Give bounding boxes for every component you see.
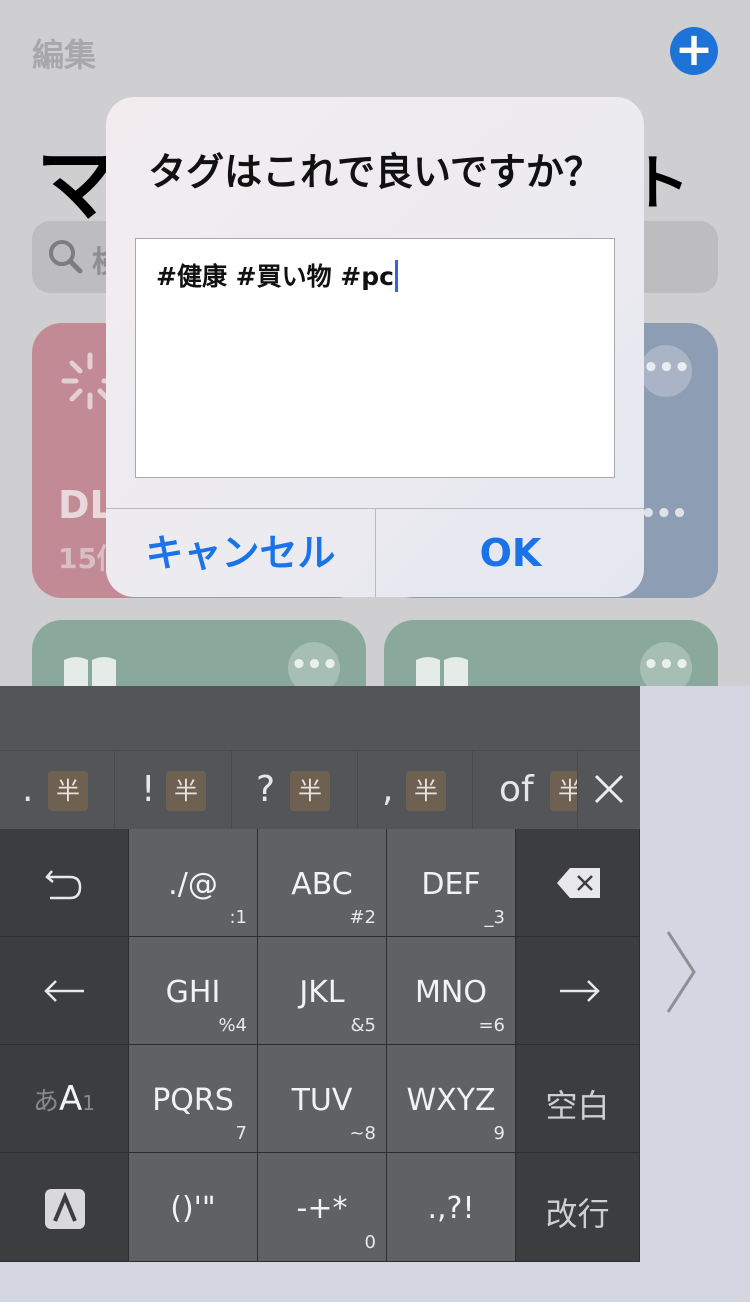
- key-jkl[interactable]: JKL &5: [258, 937, 387, 1045]
- key-def[interactable]: DEF _3: [387, 829, 516, 937]
- input-mode-key[interactable]: あA1: [0, 1045, 129, 1153]
- text-caret: [394, 260, 398, 292]
- candidate-item[interactable]: , 半: [358, 751, 473, 830]
- cursor-left-key[interactable]: [0, 937, 129, 1045]
- space-key[interactable]: 空白: [516, 1045, 640, 1153]
- key-ops[interactable]: -+* 0: [258, 1153, 387, 1262]
- keyboard-app-key[interactable]: [0, 1153, 129, 1262]
- candidate-item[interactable]: of 半: [473, 751, 578, 830]
- candidate-item[interactable]: ? 半: [232, 751, 358, 830]
- candidate-item[interactable]: . 半: [0, 751, 115, 830]
- key-tuv[interactable]: TUV ~8: [258, 1045, 387, 1153]
- half-width-badge: 半: [166, 771, 206, 811]
- keyboard-logo-icon: [45, 1189, 85, 1229]
- cancel-button[interactable]: キャンセル: [106, 509, 375, 597]
- add-shortcut-button[interactable]: +: [670, 26, 718, 75]
- key-punct[interactable]: ./@ :1: [129, 829, 258, 937]
- backspace-key[interactable]: [516, 829, 640, 937]
- candidate-item[interactable]: ! 半: [115, 751, 232, 830]
- edit-button[interactable]: 編集: [32, 30, 96, 76]
- tag-confirm-dialog: タグはこれで良いですか？ #健康 #買い物 #pc キャンセル OK: [106, 97, 644, 597]
- undo-key[interactable]: [0, 829, 129, 937]
- arrow-right-icon: [560, 980, 600, 1002]
- plus-icon: +: [674, 22, 714, 76]
- search-icon: [49, 240, 83, 274]
- half-width-badge: 半: [290, 771, 330, 811]
- dialog-title: タグはこれで良いですか？: [148, 150, 602, 194]
- key-mno[interactable]: MNO =6: [387, 937, 516, 1045]
- ok-button[interactable]: OK: [376, 509, 644, 597]
- keyboard-bottom-bar: [0, 1262, 750, 1302]
- backspace-icon: [557, 868, 600, 898]
- key-abc[interactable]: ABC #2: [258, 829, 387, 937]
- key-wxyz[interactable]: WXYZ 9: [387, 1045, 516, 1153]
- tag-text-field[interactable]: #健康 #買い物 #pc: [135, 238, 615, 478]
- half-width-badge: 半: [48, 771, 88, 811]
- half-width-badge: 半: [550, 771, 577, 811]
- undo-icon: [45, 870, 82, 900]
- tag-field-value: #健康 #買い物 #pc: [156, 262, 394, 291]
- key-ghi[interactable]: GHI %4: [129, 937, 258, 1045]
- arrow-left-icon: [44, 980, 84, 1002]
- key-brackets[interactable]: ()'": [129, 1153, 258, 1262]
- cursor-right-key[interactable]: [516, 937, 640, 1045]
- key-pqrs[interactable]: PQRS 7: [129, 1045, 258, 1153]
- return-key[interactable]: 改行: [516, 1153, 640, 1262]
- more-icon: •••: [640, 499, 688, 529]
- more-icon[interactable]: •••: [640, 345, 692, 397]
- half-width-badge: 半: [406, 771, 446, 811]
- keyboard-toolbar: [0, 686, 640, 750]
- candidate-bar: . 半 ! 半 ? 半 , 半 of 半: [0, 750, 640, 830]
- key-punct2[interactable]: .,?!: [387, 1153, 516, 1262]
- keyboard-keypad: ./@ :1 ABC #2 DEF _3 GHI %4 JKL &5 MNO =…: [0, 829, 640, 1262]
- close-candidates-icon[interactable]: [578, 750, 640, 829]
- chevron-right-icon[interactable]: [664, 930, 698, 1014]
